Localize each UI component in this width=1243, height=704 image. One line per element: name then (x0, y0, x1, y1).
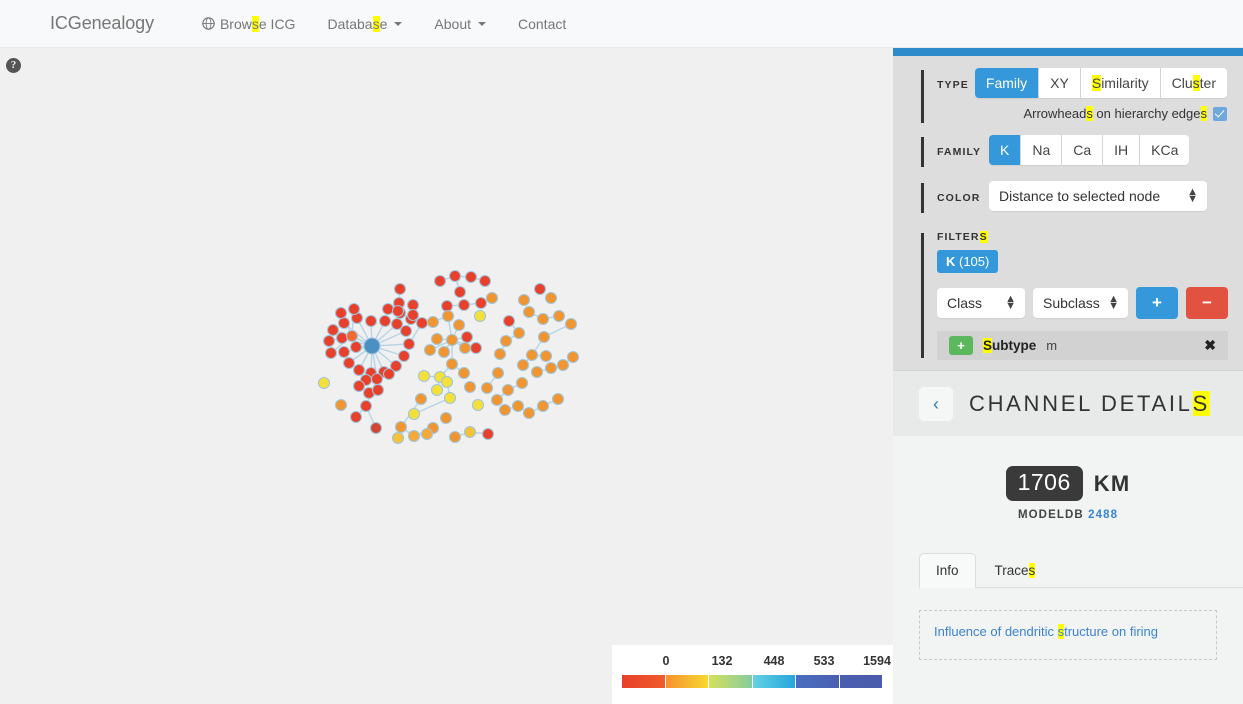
filter-item-value: m (1046, 338, 1058, 353)
legend-tick-labels: 0 132 448 533 1594 (612, 645, 893, 673)
details-tabs: Info Traces (919, 553, 1243, 588)
family-option-1[interactable]: Na (1021, 135, 1063, 165)
top-navbar: ICGenealogy Browse ICG Database About Conta… (0, 0, 1243, 48)
globe-icon (202, 17, 215, 30)
family-body: K Na Ca IH KCa (989, 135, 1243, 165)
modeldb-row: MODELDB 2488 (893, 509, 1243, 521)
family-option-4[interactable]: KCa (1140, 135, 1190, 165)
channel-badge-row: 1706 KM (893, 466, 1243, 501)
right-panel: Type Family XY Similarity Cluster Arrowhead… (893, 48, 1243, 704)
modeldb-link[interactable]: 2488 (1088, 509, 1118, 521)
nav-link-label: Database (327, 15, 388, 32)
color-select-wrap[interactable]: Distance to selected node ▲ ▼ (989, 181, 1207, 211)
filters-body: FILTERS K (105) Class ▲ ▼ Subclass ▲ ▼ + −… (921, 231, 1243, 360)
row-tick (921, 137, 924, 167)
nav-link-label: About (434, 15, 471, 32)
arrowheads-note: Arrowheads on hierarchy edges (975, 106, 1227, 121)
filter-item-name: Subtype (983, 338, 1037, 353)
type-label: Type (937, 79, 969, 91)
filter-add-icon[interactable]: + (949, 336, 973, 355)
filter-controls: Class ▲ ▼ Subclass ▲ ▼ + − (937, 287, 1228, 319)
legend-segment (709, 675, 753, 688)
nav-about[interactable]: About (418, 16, 502, 32)
back-arrow-icon[interactable]: ‹ (919, 386, 953, 421)
channel-details-title: CHANNEL DETAILS (969, 390, 1210, 416)
panel-accent-bar (893, 48, 1243, 56)
legend-segment (839, 675, 882, 688)
control-row-family: Family K Na Ca IH KCa (893, 135, 1243, 167)
legend-tick: 533 (813, 654, 835, 668)
class-select-wrap[interactable]: Class ▲ ▼ (937, 288, 1025, 318)
tab-traces[interactable]: Traces (978, 553, 1053, 588)
channel-details-body: 1706 KM MODELDB 2488 Info Traces Influenc… (893, 436, 1243, 704)
add-filter-button[interactable]: + (1136, 287, 1178, 319)
chevron-down-icon (478, 21, 486, 26)
brand-logo[interactable]: ICGenealogy (50, 13, 154, 34)
filter-item[interactable]: + Subtype m ✖ (937, 331, 1228, 360)
subclass-select-wrap[interactable]: Subclass ▲ ▼ (1033, 288, 1128, 318)
type-option-2[interactable]: Similarity (1080, 68, 1161, 98)
subclass-select[interactable]: Subclass (1033, 288, 1128, 318)
type-option-1[interactable]: XY (1039, 68, 1081, 98)
close-icon[interactable]: ✖ (1204, 337, 1216, 354)
arrowheads-checkbox[interactable] (1213, 106, 1227, 121)
channel-details-header: ‹ CHANNEL DETAILS (893, 370, 1243, 436)
chevron-down-icon (394, 21, 403, 26)
control-row-filters: FILTERS K (105) Class ▲ ▼ Subclass ▲ ▼ + −… (893, 231, 1243, 360)
legend-tick: 132 (711, 654, 733, 668)
legend-tick: 1594 (863, 654, 891, 668)
color-select[interactable]: Distance to selected node (989, 181, 1207, 211)
legend-segment (796, 675, 840, 688)
row-tick (921, 183, 924, 213)
type-body: Family XY Similarity Cluster Arrowheads on … (974, 68, 1243, 121)
nav-link-label: Browse ICG (219, 15, 296, 32)
channel-name: KM (1093, 470, 1131, 496)
filter-item-list: + Subtype m ✖ (937, 331, 1228, 360)
filter-tag-k[interactable]: K (105) (937, 250, 999, 273)
legend-gradient-bar (622, 675, 882, 688)
legend-segment (752, 675, 796, 688)
class-select[interactable]: Class (937, 288, 1025, 318)
type-button-group[interactable]: Family XY Similarity Cluster (974, 68, 1227, 98)
remove-filter-button[interactable]: − (1186, 287, 1228, 319)
family-option-2[interactable]: Ca (1062, 135, 1104, 165)
nav-links: Browse ICG Database About Contact (186, 15, 582, 32)
nav-browse-icg[interactable]: Browse ICG (186, 15, 311, 32)
network-graph[interactable] (0, 48, 893, 704)
legend-segment (665, 675, 709, 688)
family-button-group[interactable]: K Na Ca IH KCa (989, 135, 1190, 165)
legend-tick: 0 (662, 654, 670, 668)
color-legend: 0 132 448 533 1594 (612, 645, 893, 704)
color-body: Distance to selected node ▲ ▼ (989, 181, 1243, 211)
graph-canvas[interactable]: ? (0, 48, 893, 704)
row-tick (921, 70, 924, 123)
type-option-0[interactable]: Family (974, 68, 1040, 98)
control-row-color: Color Distance to selected node ▲ ▼ (893, 181, 1243, 213)
info-pane: Influence of dendritic structure on firi… (919, 610, 1217, 660)
nav-database[interactable]: Database (311, 15, 418, 32)
panel-controls: Type Family XY Similarity Cluster Arrowhead… (893, 56, 1243, 370)
type-option-3[interactable]: Cluster (1160, 68, 1227, 98)
family-label: Family (937, 146, 982, 158)
info-reference-link[interactable]: Influence of dendritic structure on firi… (934, 624, 1158, 639)
legend-segment (622, 675, 666, 688)
color-label: Color (937, 192, 981, 204)
tab-info[interactable]: Info (919, 553, 976, 588)
filters-heading: FILTERS (937, 231, 988, 243)
modeldb-label: MODELDB (1017, 509, 1084, 521)
channel-id-badge: 1706 (1005, 466, 1083, 501)
nav-link-label: Contact (518, 15, 567, 32)
arrowheads-label: Arrowheads on hierarchy edges (1023, 106, 1207, 121)
family-option-0[interactable]: K (989, 135, 1022, 165)
legend-tick: 448 (763, 654, 785, 668)
control-row-type: Type Family XY Similarity Cluster Arrowhead… (893, 68, 1243, 123)
nav-contact[interactable]: Contact (502, 16, 582, 32)
family-option-3[interactable]: IH (1103, 135, 1141, 165)
row-tick (921, 233, 924, 358)
